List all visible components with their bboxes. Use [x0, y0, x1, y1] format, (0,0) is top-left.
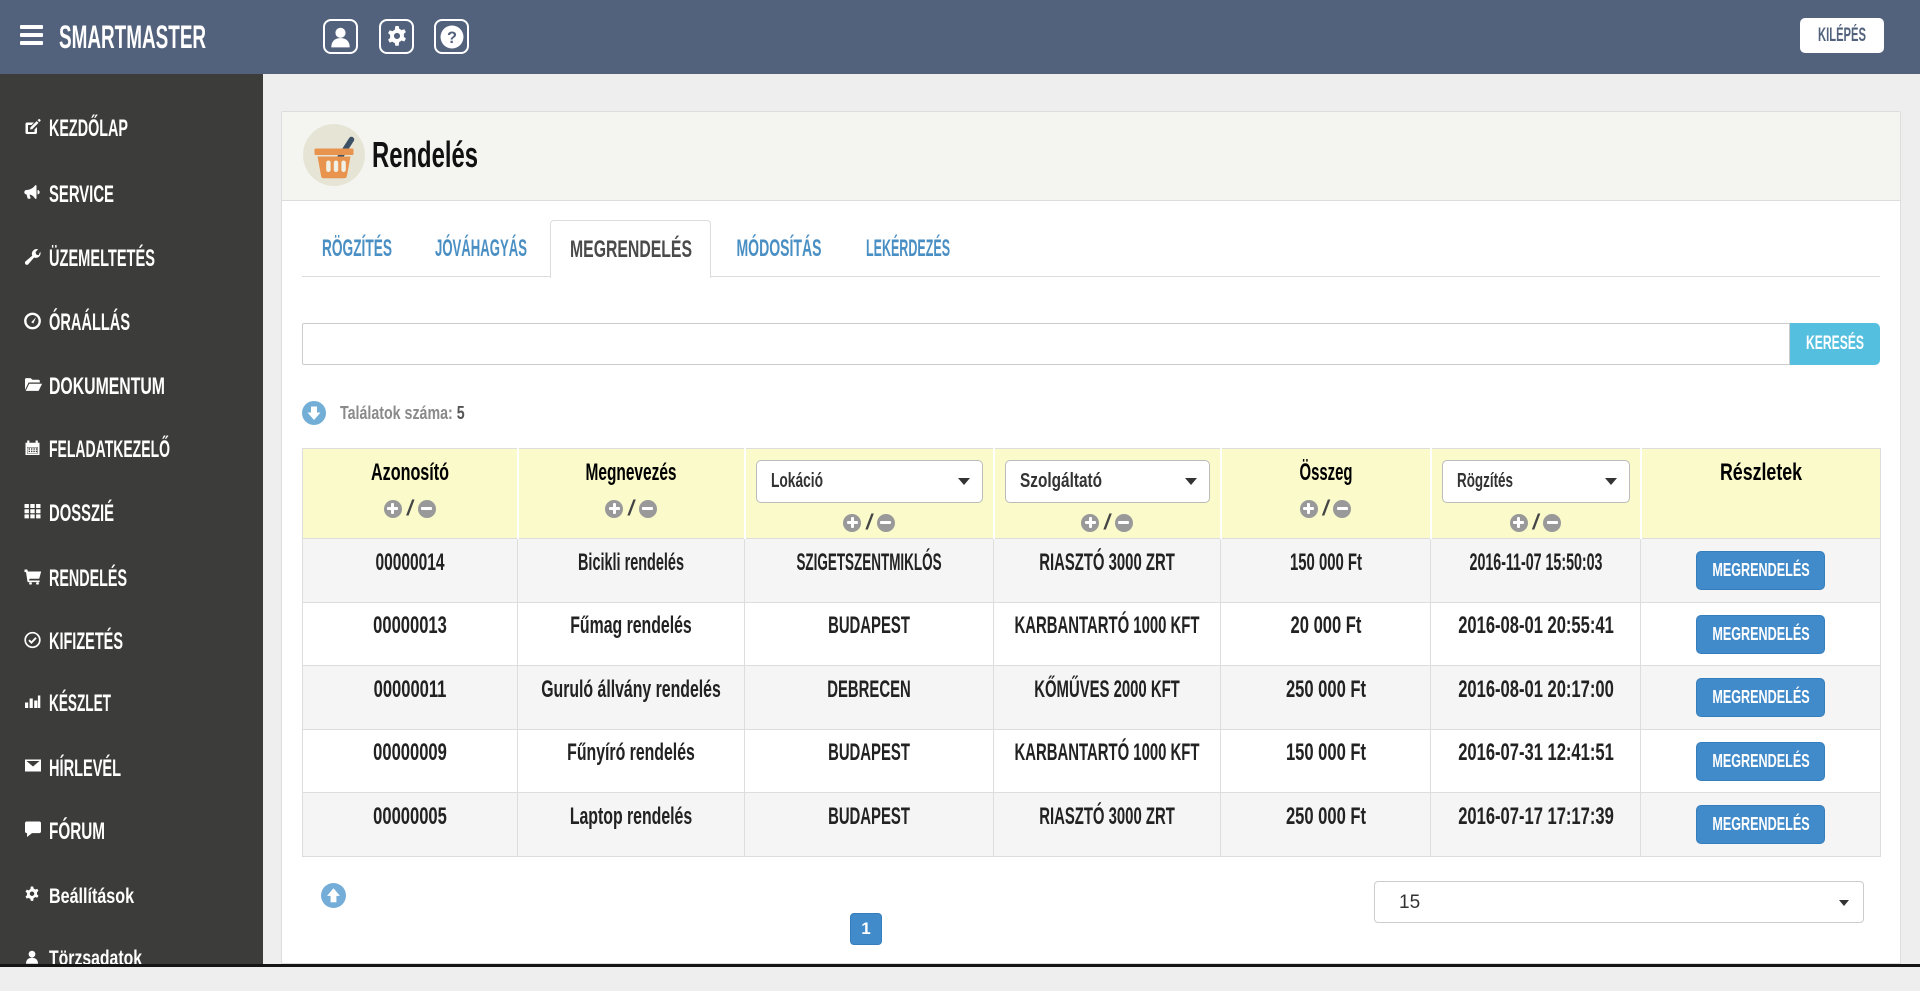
svg-text:?: ? [447, 29, 457, 47]
